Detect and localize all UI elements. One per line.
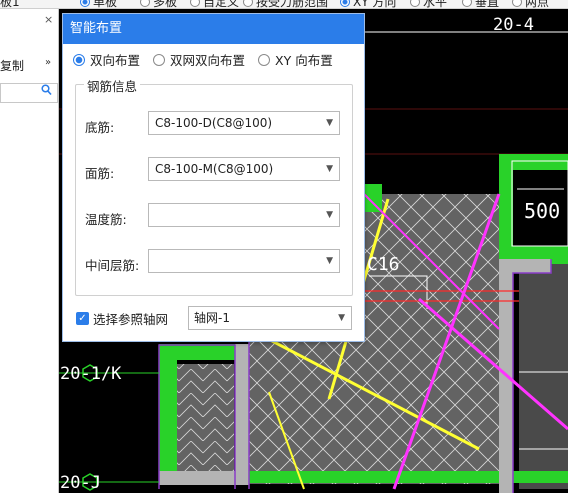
radio-multi-label: 多板 <box>153 0 178 9</box>
ref-axis-select[interactable]: 轴网-1 ▼ <box>188 306 352 330</box>
slab-region <box>169 364 234 474</box>
radio-custom-indicator <box>190 0 200 7</box>
search-icon[interactable] <box>41 84 52 99</box>
axis-label-20-j: 20-J <box>60 473 101 493</box>
top-rebar-label: 面筋: <box>85 166 115 181</box>
radio-single-label: 单板 <box>93 0 118 9</box>
radio-single-board[interactable]: 单板 <box>80 0 118 9</box>
radio-custom-label: 自定义 <box>203 0 240 9</box>
radio-single-indicator <box>80 0 90 7</box>
smart-layout-dialog: 智能布置 双向布置 双网双向布置 XY 向布置 钢筋信息 底筋: C8-100-… <box>62 13 365 342</box>
layout-mode-radios: 双向布置 双网双向布置 XY 向布置 <box>73 50 333 69</box>
radio-xy-layout-indicator <box>258 53 271 66</box>
rebar-info-group: 钢筋信息 底筋: C8-100-D(C8@100) ▼ 面筋: C8-100-M… <box>75 76 353 296</box>
ref-axis-checkbox-label: 选择参照轴网 <box>93 312 169 327</box>
radio-double-net[interactable]: 双网双向布置 <box>153 50 245 69</box>
radio-by-range[interactable]: 按受力筋范围 <box>243 0 329 9</box>
search-input[interactable] <box>0 83 58 103</box>
copy-button[interactable]: 复制 <box>0 57 24 74</box>
radio-horizontal[interactable]: 水平 <box>410 0 448 9</box>
temperature-rebar-label: 温度筋: <box>85 212 127 227</box>
top-rebar-select[interactable]: C8-100-M(C8@100) ▼ <box>148 157 340 181</box>
temperature-rebar-select[interactable]: ▼ <box>148 203 340 227</box>
ref-axis-value: 轴网-1 <box>194 311 230 325</box>
column <box>499 259 551 273</box>
radio-two-way-label: 双向布置 <box>90 53 141 68</box>
board-selector[interactable]: 板1 <box>0 0 20 9</box>
radio-double-net-label: 双网双向布置 <box>170 53 246 68</box>
axis-label-20-4: 20-4 <box>493 15 534 35</box>
radio-two-way-indicator <box>73 53 85 66</box>
middle-layer-rebar-label: 中间层筋: <box>85 258 140 273</box>
more-icon[interactable]: » <box>45 57 51 68</box>
radio-xy-layout[interactable]: XY 向布置 <box>258 50 333 69</box>
bottom-rebar-select[interactable]: C8-100-D(C8@100) ▼ <box>148 111 340 135</box>
board-selector-label: 板1 <box>0 0 20 9</box>
middle-layer-rebar-select[interactable]: ▼ <box>148 249 340 273</box>
radio-by-range-indicator <box>243 0 253 7</box>
radio-multi-board[interactable]: 多板 <box>140 0 178 9</box>
checkmark-icon: ✓ <box>76 312 89 325</box>
ref-axis-checkbox[interactable]: ✓ 选择参照轴网 <box>76 309 168 328</box>
slab-region <box>249 329 499 484</box>
dimension-label: 500 <box>524 199 561 223</box>
radio-multi-indicator <box>140 0 150 7</box>
chevron-down-icon: ▼ <box>326 118 333 128</box>
radio-two-point[interactable]: 两点 <box>512 0 550 9</box>
chevron-down-icon: ▼ <box>326 256 333 266</box>
radio-two-way[interactable]: 双向布置 <box>73 50 140 69</box>
radio-horizontal-label: 水平 <box>423 0 448 9</box>
radio-two-point-label: 两点 <box>525 0 550 9</box>
radio-xy-label: XY 方向 <box>353 0 397 9</box>
rebar-label: C16 <box>367 254 400 275</box>
radio-vertical[interactable]: 垂直 <box>462 0 500 9</box>
radio-two-point-indicator <box>512 0 522 7</box>
radio-double-net-indicator <box>153 53 166 66</box>
radio-horizontal-indicator <box>410 0 420 7</box>
wall <box>159 344 177 484</box>
radio-custom[interactable]: 自定义 <box>190 0 240 9</box>
chevron-down-icon: ▼ <box>326 164 333 174</box>
radio-vertical-label: 垂直 <box>475 0 500 9</box>
dialog-title: 智能布置 <box>63 14 364 44</box>
axis-label-20-1k: 20-1/K <box>60 364 122 384</box>
radio-vertical-indicator <box>462 0 472 7</box>
left-panel: × 复制 » <box>0 9 59 493</box>
top-rebar-value: C8-100-M(C8@100) <box>155 162 274 176</box>
bottom-rebar-label: 底筋: <box>85 120 115 135</box>
rebar-info-legend: 钢筋信息 <box>84 76 141 95</box>
slab-region <box>519 264 568 489</box>
column <box>235 344 249 484</box>
chevron-down-icon: ▼ <box>338 313 345 323</box>
radio-by-range-label: 按受力筋范围 <box>256 0 329 9</box>
radio-xy-layout-label: XY 向布置 <box>275 53 333 68</box>
radio-xy-indicator <box>340 0 350 7</box>
bottom-rebar-value: C8-100-D(C8@100) <box>155 116 273 130</box>
top-toolbar: 板1 单板 多板 自定义 按受力筋范围 XY 方向 水平 垂直 两点 <box>0 0 568 9</box>
radio-xy-direction[interactable]: XY 方向 <box>340 0 397 9</box>
close-icon[interactable]: × <box>44 13 53 26</box>
chevron-down-icon: ▼ <box>326 210 333 220</box>
